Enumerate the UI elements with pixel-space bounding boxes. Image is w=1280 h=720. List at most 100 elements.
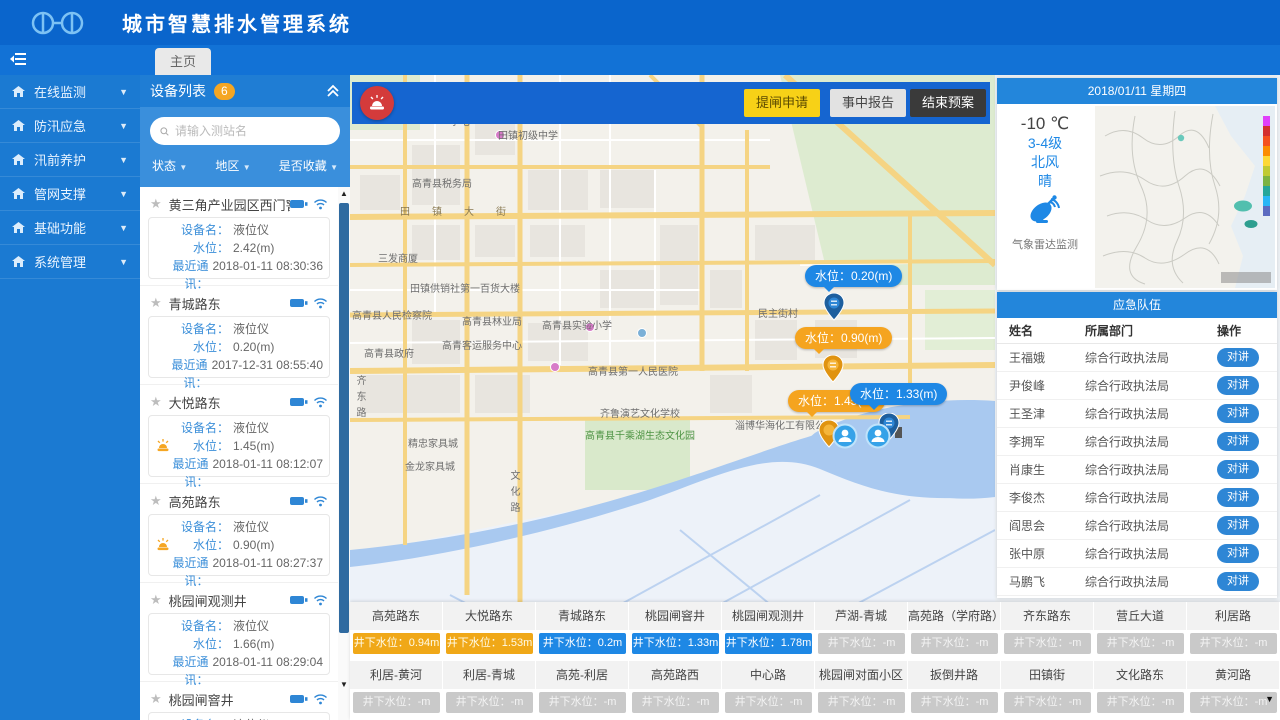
map-pin-blue[interactable] bbox=[823, 293, 845, 321]
battery-icon bbox=[290, 200, 308, 208]
water-level-chip: 井下水位：-m bbox=[911, 633, 998, 654]
person-marker[interactable] bbox=[865, 423, 891, 449]
device-name: 黄三角产业园区西门窨井 bbox=[168, 197, 290, 213]
water-level-bubble[interactable]: 水位：1.33(m) bbox=[850, 383, 948, 410]
top-header: 城市智慧排水管理系统 bbox=[0, 0, 1280, 45]
device-card[interactable]: ★ 大悦路东 设备名： 液位仪 水位： 1.45(m) 最近通讯： 2018-01-1… bbox=[140, 384, 338, 489]
talk-button[interactable]: 对讲 bbox=[1217, 376, 1259, 395]
station-name: 芦湖-青城 bbox=[815, 602, 908, 630]
filter-region[interactable]: 地区 ▼ bbox=[215, 157, 250, 174]
filter-favorite[interactable]: 是否收藏 ▼ bbox=[279, 157, 338, 174]
station-name: 中心路 bbox=[722, 661, 815, 689]
talk-button[interactable]: 对讲 bbox=[1217, 404, 1259, 423]
chevron-down-icon: ▼ bbox=[119, 86, 128, 97]
home-icon bbox=[12, 188, 25, 199]
device-name: 高苑路东 bbox=[168, 494, 221, 510]
favorite-star-icon[interactable]: ★ bbox=[150, 691, 162, 707]
water-level-chip: 井下水位：-m bbox=[446, 692, 533, 713]
station-name: 田镇街 bbox=[1001, 661, 1094, 689]
table-row: 肖康生 综合行政执法局 对讲 bbox=[997, 456, 1277, 484]
device-card[interactable]: ★ 桃园闸观测井 设备名： 液位仪 水位： 1.66(m) 最近通讯： 2018-01… bbox=[140, 582, 338, 687]
station-name: 高苑路西 bbox=[629, 661, 722, 689]
map-label: 高青县第一人民医院 bbox=[588, 367, 678, 378]
device-count-badge: 6 bbox=[214, 82, 235, 100]
scroll-down-arrow[interactable]: ▼ bbox=[338, 678, 350, 692]
talk-button[interactable]: 对讲 bbox=[1217, 348, 1259, 367]
favorite-star-icon[interactable]: ★ bbox=[150, 493, 162, 509]
scroll-up-arrow[interactable]: ▲ bbox=[338, 187, 350, 201]
station-name: 青城路东 bbox=[536, 602, 629, 630]
sidebar-item-pipe-network[interactable]: 管网支撑 ▼ bbox=[0, 177, 140, 211]
station-status-strip: 高苑路东 大悦路东 青城路东 桃园闸窨井 桃园闸观测井 芦湖-青城 高苑路（学府… bbox=[350, 602, 1280, 720]
map-label: 高青客运服务中心 bbox=[442, 341, 522, 352]
talk-button[interactable]: 对讲 bbox=[1217, 516, 1259, 535]
talk-button[interactable]: 对讲 bbox=[1217, 432, 1259, 451]
sidebar-item-basic-functions[interactable]: 基础功能 ▼ bbox=[0, 211, 140, 245]
device-name: 青城路东 bbox=[168, 296, 221, 312]
road-label: 文化路 bbox=[508, 470, 519, 518]
battery-icon bbox=[290, 299, 308, 307]
water-level-chip: 井下水位：1.78m bbox=[725, 633, 812, 654]
favorite-star-icon[interactable]: ★ bbox=[150, 592, 162, 608]
gate-lift-request-button[interactable]: 提闸申请 bbox=[744, 89, 821, 117]
device-card[interactable]: ★ 青城路东 设备名： 液位仪 水位： 0.20(m) 最近通讯： 2017-12-3… bbox=[140, 285, 338, 390]
wifi-icon bbox=[314, 496, 327, 507]
map-pin-orange[interactable] bbox=[822, 355, 844, 383]
sidebar-item-online-monitoring[interactable]: 在线监测 ▼ bbox=[0, 75, 140, 109]
device-list-panel: 设备列表 6 状态 ▼ 地区 ▼ 是否收藏 ▼ ★ 黄三角产业园区西门窨井 bbox=[140, 75, 350, 720]
water-level-chip: 井下水位：-m bbox=[1190, 633, 1277, 654]
sidebar-item-preflood-maintenance[interactable]: 汛前养护 ▼ bbox=[0, 143, 140, 177]
sidebar-collapse-icon[interactable] bbox=[10, 52, 26, 71]
sidebar-item-flood-emergency[interactable]: 防汛应急 ▼ bbox=[0, 109, 140, 143]
water-level-chip: 井下水位：-m bbox=[1097, 633, 1184, 654]
favorite-star-icon[interactable]: ★ bbox=[150, 295, 162, 311]
person-marker[interactable] bbox=[832, 423, 858, 449]
home-icon bbox=[12, 86, 25, 97]
map-label: 民主街村 bbox=[758, 309, 798, 320]
tab-home[interactable]: 主页 bbox=[155, 48, 211, 75]
station-band: 利居-黄河 利居-青城 高苑-利居 高苑路西 中心路 桃园闸对面小区 扳倒井路 … bbox=[350, 661, 1280, 716]
device-card[interactable]: ★ 高苑路东 设备名： 液位仪 水位： 0.90(m) 最近通讯： 2018-01-1… bbox=[140, 483, 338, 588]
water-level-bubble[interactable]: 水位：0.90(m) bbox=[795, 327, 893, 354]
end-plan-button[interactable]: 结束预案 bbox=[910, 89, 987, 117]
battery-icon bbox=[290, 398, 308, 406]
station-name: 高苑路东 bbox=[350, 602, 443, 630]
device-card[interactable]: ★ 桃园闸窨井 设备名：液位仪 水位：1.33(m) bbox=[140, 681, 338, 720]
station-name: 齐东路东 bbox=[1001, 602, 1094, 630]
weather-panel: 2018/01/11 星期四 -10 ℃ 3-4级 北风 晴 气象雷达监测 bbox=[997, 78, 1277, 290]
home-icon bbox=[12, 120, 25, 131]
member-name: 马鹏飞 bbox=[1009, 575, 1046, 589]
wifi-icon bbox=[314, 595, 327, 606]
map-label: 田镇供销社第一百货大楼 bbox=[410, 284, 520, 295]
water-level-bubble[interactable]: 水位：0.20(m) bbox=[805, 265, 903, 292]
member-name: 张中原 bbox=[1009, 547, 1046, 561]
favorite-star-icon[interactable]: ★ bbox=[150, 196, 162, 212]
talk-button[interactable]: 对讲 bbox=[1217, 544, 1259, 563]
station-search-input[interactable] bbox=[175, 124, 330, 138]
station-name: 营丘大道 bbox=[1094, 602, 1187, 630]
device-card[interactable]: ★ 黄三角产业园区西门窨井 设备名：液位仪 水位：2.42(m) 最近通讯：20… bbox=[140, 187, 338, 291]
table-row: 马鹏飞 综合行政执法局 对讲 bbox=[997, 568, 1277, 596]
talk-button[interactable]: 对讲 bbox=[1217, 488, 1259, 507]
incident-report-button[interactable]: 事中报告 bbox=[830, 89, 907, 117]
station-name: 黄河路 bbox=[1187, 661, 1280, 689]
talk-button[interactable]: 对讲 bbox=[1217, 460, 1259, 479]
collapse-panel-icon[interactable] bbox=[326, 84, 340, 98]
favorite-star-icon[interactable]: ★ bbox=[150, 394, 162, 410]
home-icon bbox=[12, 222, 25, 233]
member-dept: 综合行政执法局 bbox=[1085, 407, 1170, 421]
sidebar-item-system-management[interactable]: 系统管理 ▼ bbox=[0, 245, 140, 279]
alarm-siren-icon[interactable] bbox=[360, 86, 394, 120]
scrollbar-thumb[interactable] bbox=[339, 203, 349, 633]
strip-scroll-down-arrow[interactable]: ▼ bbox=[1265, 694, 1274, 704]
road-label: 齐东路 bbox=[354, 375, 365, 423]
talk-button[interactable]: 对讲 bbox=[1217, 572, 1259, 591]
sky-condition: 晴 bbox=[1038, 173, 1052, 189]
device-list-header: 设备列表 6 bbox=[140, 75, 350, 107]
water-level-chip: 井下水位：-m bbox=[1190, 692, 1277, 713]
filter-status[interactable]: 状态 ▼ bbox=[152, 157, 187, 174]
wind-direction: 北风 bbox=[1031, 154, 1059, 170]
member-dept: 综合行政执法局 bbox=[1085, 435, 1170, 449]
member-dept: 综合行政执法局 bbox=[1085, 351, 1170, 365]
water-level-chip: 井下水位：-m bbox=[353, 692, 440, 713]
